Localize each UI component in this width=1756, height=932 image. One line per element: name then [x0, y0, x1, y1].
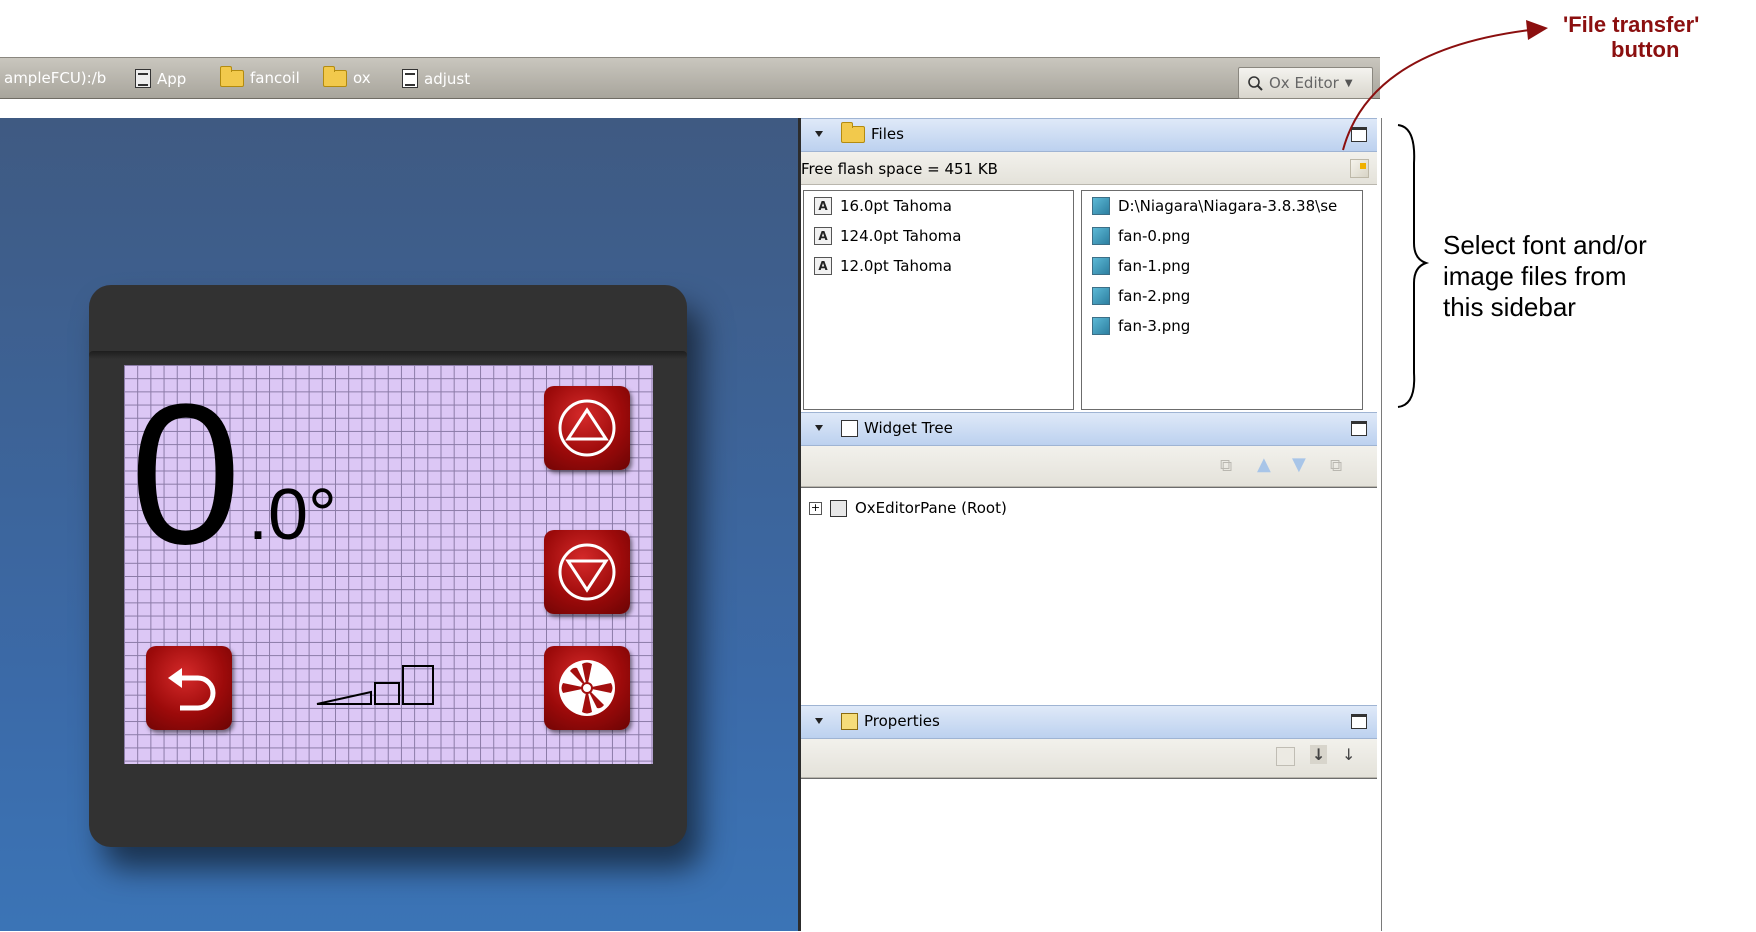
- widget-tree[interactable]: + OxEditorPane (Root): [801, 487, 1377, 707]
- move-down-icon[interactable]: ▼: [1292, 454, 1306, 475]
- sort-az-icon[interactable]: ↓: [1310, 745, 1328, 764]
- annotation-line: this sidebar: [1443, 292, 1576, 322]
- sidebar-annotation: Select font and/or image files from this…: [1443, 230, 1647, 323]
- properties-icon: [841, 712, 858, 730]
- temp-down-button[interactable]: [544, 530, 630, 614]
- back-arrow-icon: [168, 668, 216, 711]
- image-file-icon: [1092, 317, 1110, 335]
- collapse-triangle-icon[interactable]: [815, 131, 823, 137]
- image-files-list[interactable]: D:\Niagara\Niagara-3.8.38\se fan-0.png f…: [1081, 190, 1363, 410]
- annotation-line: image files from: [1443, 261, 1627, 291]
- image-file-icon: [1092, 227, 1110, 245]
- back-button[interactable]: [146, 646, 232, 730]
- breadcrumb-item-app[interactable]: App: [135, 69, 186, 88]
- temp-up-button[interactable]: [544, 386, 630, 470]
- image-file-icon: [1092, 287, 1110, 305]
- image-file-label: fan-2.png: [1118, 287, 1191, 305]
- up-arrow-icon: [558, 399, 616, 457]
- folder-icon: [220, 65, 244, 87]
- move-up-icon[interactable]: ▲: [1257, 454, 1271, 475]
- app-icon: [135, 69, 151, 88]
- breadcrumb-bar: ampleFCU):/b App fancoil ox adjust: [0, 57, 1380, 99]
- files-panel-title: Files: [871, 125, 904, 143]
- list-item[interactable]: fan-1.png: [1092, 257, 1190, 275]
- magnifier-icon: [1248, 76, 1263, 91]
- properties-panel-title: Properties: [864, 712, 940, 730]
- temperature-fraction-value: .0°: [248, 475, 337, 555]
- annotation-line: 'File transfer': [1563, 12, 1700, 37]
- folder-icon: [841, 121, 865, 143]
- font-file-label: 124.0pt Tahoma: [840, 227, 962, 245]
- annotation-line: button: [1611, 37, 1680, 62]
- properties-list[interactable]: [801, 778, 1377, 932]
- list-item[interactable]: A 12.0pt Tahoma: [814, 257, 952, 275]
- list-item[interactable]: fan-2.png: [1092, 287, 1190, 305]
- widget-tree-panel-header[interactable]: Widget Tree: [801, 412, 1377, 446]
- fan-speed-indicator-icon: [316, 665, 434, 705]
- image-file-label: fan-3.png: [1118, 317, 1191, 335]
- free-flash-space-label: Free flash space = 451 KB: [801, 160, 998, 178]
- breadcrumb-item-label: fancoil: [250, 69, 300, 87]
- breadcrumb-path-prefix[interactable]: ampleFCU):/b: [4, 69, 106, 87]
- image-file-icon: [1092, 197, 1110, 215]
- fan-button[interactable]: [544, 646, 630, 730]
- maximize-icon[interactable]: [1351, 421, 1367, 436]
- sort-order-icon[interactable]: ↓: [1342, 745, 1355, 764]
- image-file-icon: [1092, 257, 1110, 275]
- annotation-arrow-icon: [1342, 20, 1548, 151]
- properties-panel-header[interactable]: Properties: [801, 705, 1377, 739]
- image-file-label: fan-1.png: [1118, 257, 1191, 275]
- brace-icon: [1397, 124, 1430, 408]
- copy-icon[interactable]: ⧉: [1220, 456, 1232, 476]
- tree-node-root[interactable]: + OxEditorPane (Root): [809, 499, 1007, 517]
- collapse-triangle-icon[interactable]: [815, 718, 823, 724]
- folder-icon: [323, 65, 347, 87]
- file-transfer-annotation: 'File transfer' button: [1563, 12, 1699, 62]
- files-panel-header[interactable]: Files: [801, 118, 1377, 152]
- font-icon: A: [814, 197, 832, 215]
- tree-node-label: OxEditorPane (Root): [855, 499, 1007, 517]
- pane-icon: [830, 499, 847, 517]
- down-arrow-icon: [558, 543, 616, 601]
- widget-tree-icon: [841, 419, 858, 437]
- breadcrumb-item-label: ox: [353, 69, 371, 87]
- font-file-label: 12.0pt Tahoma: [840, 257, 952, 275]
- list-item[interactable]: fan-0.png: [1092, 227, 1190, 245]
- breadcrumb-item-ox[interactable]: ox: [323, 65, 371, 87]
- breadcrumb-item-fancoil[interactable]: fancoil: [220, 65, 300, 87]
- categorize-icon[interactable]: [1276, 747, 1295, 766]
- document-icon: [402, 69, 418, 88]
- annotation-line: Select font and/or: [1443, 230, 1647, 260]
- font-files-list[interactable]: A 16.0pt Tahoma A 124.0pt Tahoma A 12.0pt T…: [803, 190, 1074, 410]
- list-item[interactable]: A 16.0pt Tahoma: [814, 197, 952, 215]
- widget-tree-toolbar: ⧉ ▲ ▼ ⧉: [801, 446, 1377, 487]
- files-toolbar: Free flash space = 451 KB: [801, 152, 1377, 185]
- fan-icon: [559, 660, 615, 716]
- properties-toolbar: ↓ ↓: [801, 739, 1377, 778]
- list-item[interactable]: fan-3.png: [1092, 317, 1190, 335]
- list-item[interactable]: A 124.0pt Tahoma: [814, 227, 961, 245]
- widget-tree-panel-title: Widget Tree: [864, 419, 953, 437]
- temperature-whole-value: 0: [130, 363, 242, 586]
- image-file-label: D:\Niagara\Niagara-3.8.38\se: [1118, 197, 1338, 215]
- list-item[interactable]: D:\Niagara\Niagara-3.8.38\se: [1092, 197, 1337, 215]
- font-icon: A: [814, 227, 832, 245]
- font-icon: A: [814, 257, 832, 275]
- breadcrumb-item-adjust[interactable]: adjust: [402, 69, 470, 88]
- image-file-label: fan-0.png: [1118, 227, 1191, 245]
- maximize-icon[interactable]: [1351, 714, 1367, 729]
- view-selector-label: Ox Editor: [1269, 74, 1339, 92]
- expand-icon[interactable]: +: [809, 501, 822, 515]
- breadcrumb-item-label: adjust: [424, 69, 471, 88]
- font-file-label: 16.0pt Tahoma: [840, 197, 952, 215]
- paste-icon[interactable]: ⧉: [1330, 456, 1342, 476]
- collapse-triangle-icon[interactable]: [815, 425, 823, 431]
- breadcrumb-item-label: App: [157, 69, 187, 88]
